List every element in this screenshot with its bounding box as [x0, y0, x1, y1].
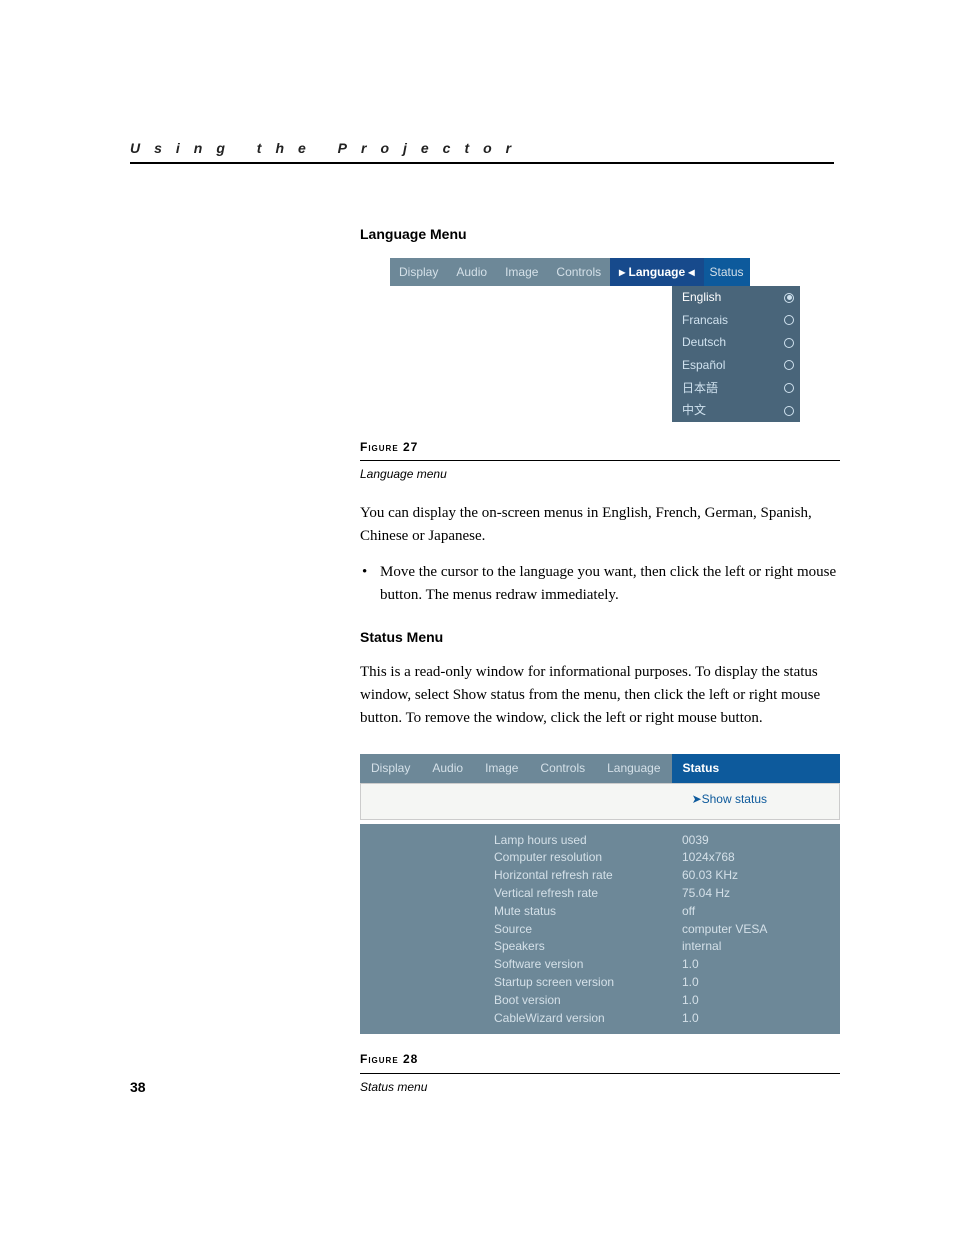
status-value: 1.0 — [678, 956, 838, 973]
radio-icon — [784, 315, 794, 325]
language-menu-instruction: • Move the cursor to the language you wa… — [360, 561, 840, 608]
tab-status[interactable]: Status — [704, 258, 750, 287]
radio-icon — [784, 406, 794, 416]
tab-status[interactable]: Status — [672, 754, 841, 783]
language-options: English Francais Deutsch Español 日本語 — [672, 286, 800, 422]
figure-rule — [360, 1073, 840, 1074]
figure-27-label: Figure 27 — [360, 438, 840, 457]
tab-marker-right-icon: ◂ — [689, 265, 695, 279]
status-label: Mute status — [490, 903, 650, 920]
status-label: CableWizard version — [490, 1010, 650, 1027]
radio-selected-icon — [784, 293, 794, 303]
page-number: 38 — [130, 1079, 146, 1095]
status-label: Horizontal refresh rate — [490, 867, 650, 884]
lang-label: Español — [682, 356, 725, 375]
lang-option-chinese[interactable]: 中文 — [672, 399, 800, 422]
lang-label: 中文 — [682, 401, 706, 420]
lang-label: Francais — [682, 311, 728, 330]
tab-controls[interactable]: Controls — [529, 754, 596, 783]
language-menu-tabs: Display Audio Image Controls ▸ Language … — [390, 258, 840, 287]
status-label: Boot version — [490, 992, 650, 1009]
status-value: 1.0 — [678, 974, 838, 991]
lang-option-japanese[interactable]: 日本語 — [672, 377, 800, 400]
status-menu-figure: Display Audio Image Controls Language St… — [360, 754, 840, 1034]
running-head: Using the Projector — [130, 140, 834, 164]
radio-icon — [784, 360, 794, 370]
status-value: 0039 — [678, 832, 838, 849]
language-menu-figure: Display Audio Image Controls ▸ Language … — [390, 258, 840, 422]
status-value: off — [678, 903, 838, 920]
arrow-right-icon: ➤ — [692, 792, 702, 806]
radio-icon — [784, 383, 794, 393]
status-value: computer VESA — [678, 921, 838, 938]
status-label: Lamp hours used — [490, 832, 650, 849]
status-grid: Lamp hours used Computer resolution Hori… — [360, 824, 840, 1035]
lang-label: Deutsch — [682, 333, 726, 352]
tab-image[interactable]: Image — [496, 258, 547, 287]
status-value: 1024x768 — [678, 849, 838, 866]
tab-display[interactable]: Display — [360, 754, 421, 783]
status-label: Software version — [490, 956, 650, 973]
show-status-label: Show status — [702, 792, 767, 806]
tab-language-label: Language — [628, 265, 685, 279]
tab-image[interactable]: Image — [474, 754, 529, 783]
lang-label: 日本語 — [682, 379, 718, 398]
status-label: Speakers — [490, 938, 650, 955]
status-label: Vertical refresh rate — [490, 885, 650, 902]
tab-language[interactable]: Language — [596, 754, 671, 783]
status-label: Startup screen version — [490, 974, 650, 991]
tab-display[interactable]: Display — [390, 258, 447, 287]
figure-27-caption: Language menu — [360, 465, 840, 484]
status-action-row: ➤Show status — [360, 783, 840, 820]
show-status-link[interactable]: ➤Show status — [692, 790, 767, 809]
tab-audio[interactable]: Audio — [421, 754, 474, 783]
language-menu-description: You can display the on-screen menus in E… — [360, 502, 840, 549]
tab-controls[interactable]: Controls — [547, 258, 610, 287]
status-value: 75.04 Hz — [678, 885, 838, 902]
lang-option-english[interactable]: English — [672, 286, 800, 309]
status-value: 1.0 — [678, 992, 838, 1009]
status-label: Source — [490, 921, 650, 938]
lang-label: English — [682, 288, 721, 307]
status-menu-description: This is a read-only window for informati… — [360, 661, 840, 731]
status-value: 60.03 KHz — [678, 867, 838, 884]
status-label: Computer resolution — [490, 849, 650, 866]
lang-option-espanol[interactable]: Español — [672, 354, 800, 377]
tab-marker-left-icon: ▸ — [619, 265, 625, 279]
figure-rule — [360, 460, 840, 461]
bullet-icon: • — [362, 561, 372, 608]
status-menu-tabs: Display Audio Image Controls Language St… — [360, 754, 840, 783]
figure-28-caption: Status menu — [360, 1078, 840, 1097]
status-value: internal — [678, 938, 838, 955]
figure-28-label: Figure 28 — [360, 1050, 840, 1069]
bullet-text: Move the cursor to the language you want… — [380, 561, 840, 608]
status-value: 1.0 — [678, 1010, 838, 1027]
lang-option-deutsch[interactable]: Deutsch — [672, 331, 800, 354]
lang-option-francais[interactable]: Francais — [672, 309, 800, 332]
tab-language[interactable]: ▸ Language ◂ — [610, 258, 703, 287]
language-menu-heading: Language Menu — [360, 224, 840, 246]
radio-icon — [784, 338, 794, 348]
tab-audio[interactable]: Audio — [447, 258, 496, 287]
status-menu-heading: Status Menu — [360, 627, 840, 649]
